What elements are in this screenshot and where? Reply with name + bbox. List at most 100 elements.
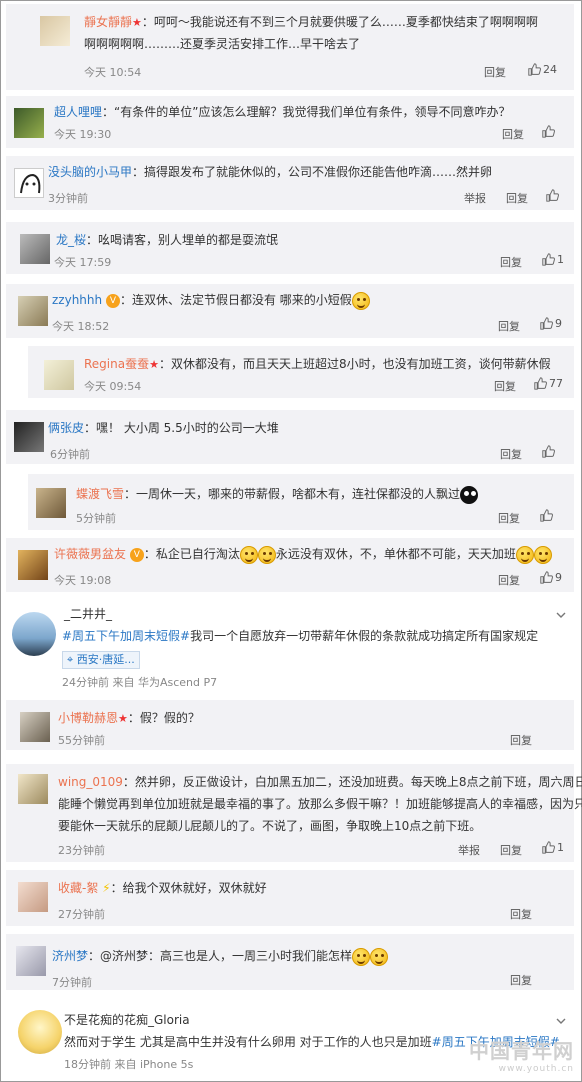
vip-star-icon: ★ xyxy=(118,712,128,725)
reply-button[interactable]: 回复 xyxy=(510,972,532,988)
grin-emoji-icon xyxy=(370,947,389,966)
avatar[interactable] xyxy=(18,774,48,804)
username[interactable]: 没头脑的小马甲 xyxy=(48,165,132,179)
avatar[interactable] xyxy=(40,16,70,46)
like-button[interactable] xyxy=(540,509,555,522)
comment-item: 靜女靜靜★：呵呵～我能说还有不到三个月就要供暖了么……夏季都快结束了啊啊啊啊 啊… xyxy=(6,4,574,90)
post-text: 然而对于学生 尤其是高中生并没有什么卵用 对于工作的人也只是加班 xyxy=(64,1035,432,1049)
comment-text: ：私企已自行淘汰 xyxy=(143,547,240,561)
post-meta: 18分钟前 来自 iPhone 5s xyxy=(64,1058,194,1071)
weibo-post: _二井井_ #周五下午加周末短假#我司一个自愿放弃一切带薪年休假的条款就成功搞定… xyxy=(6,600,574,692)
like-button[interactable]: 9 xyxy=(540,571,562,584)
comment-text: ：@济州梦：高三也是人，一周三小时我们能怎样 xyxy=(88,949,353,963)
reply-button[interactable]: 回复 xyxy=(500,446,522,462)
like-button[interactable]: 77 xyxy=(534,377,563,390)
comment-item: 收藏-絮 ⚡：给我个双休就好，双休就好 27分钟前 回复 xyxy=(6,870,574,926)
username[interactable]: Regina蚕蚕 xyxy=(84,357,149,371)
username[interactable]: 济州梦 xyxy=(52,949,88,963)
like-button[interactable]: 1 xyxy=(542,841,564,854)
reply-button[interactable]: 回复 xyxy=(498,318,520,334)
like-count: 1 xyxy=(557,841,564,854)
comment-item: Regina蚕蚕★：双休都没有，而且天天上班超过8小时，也没有加班工资，谈何带薪… xyxy=(28,346,574,398)
like-button[interactable]: 1 xyxy=(542,253,564,266)
thumbs-up-icon xyxy=(540,317,553,330)
username[interactable]: 俩张皮 xyxy=(48,421,84,435)
thumbs-up-icon xyxy=(542,125,555,138)
comment-time: 3分钟前 xyxy=(48,192,88,205)
comment-text: ：嘿！ 大小周 5.5小时的公司一大堆 xyxy=(84,421,279,435)
comment-text: ：给我个双休就好，双休就好 xyxy=(110,881,267,895)
comment-time: 5分钟前 xyxy=(76,512,116,525)
avatar[interactable] xyxy=(12,612,56,656)
avatar[interactable] xyxy=(18,882,48,912)
comment-time: 7分钟前 xyxy=(52,976,92,989)
username[interactable]: 收藏-絮 xyxy=(58,881,98,895)
avatar[interactable] xyxy=(20,234,50,264)
reply-button[interactable]: 回复 xyxy=(500,842,522,858)
thumbs-up-icon xyxy=(528,63,541,76)
like-button[interactable]: 9 xyxy=(540,317,562,330)
reply-button[interactable]: 回复 xyxy=(502,126,524,142)
username[interactable]: 许薇薇男盆友 xyxy=(54,547,126,561)
reply-button[interactable]: 回复 xyxy=(510,906,532,922)
comment-text: ：双休都没有，而且天天上班超过8小时，也没有加班工资，谈何带薪休假 xyxy=(158,357,551,371)
location-tag[interactable]: ⌖ 西安·唐延... xyxy=(62,651,140,669)
avatar[interactable] xyxy=(44,360,74,390)
avatar[interactable] xyxy=(14,108,44,138)
grin-emoji-icon xyxy=(515,545,534,564)
username[interactable]: 蝶渡飞雪 xyxy=(76,487,124,501)
comment-text: ：搞得跟发布了就能休似的，公司不准假你还能告他咋滴……然并卵 xyxy=(132,165,493,179)
comment-item: 许薇薇男盆友 V ：私企已自行淘汰 永远没有双休，不，单休都不可能，天天加班 今天 … xyxy=(6,538,574,592)
post-username[interactable]: 不是花痴的花痴_Gloria xyxy=(64,1010,190,1031)
comment-text: ：“有条件的单位”应该怎么理解？我觉得我们单位有条件，领导不同意咋办？ xyxy=(102,105,511,119)
like-button[interactable] xyxy=(542,445,557,458)
like-button[interactable]: 24 xyxy=(528,63,557,76)
username[interactable]: 小博勒赫恩 xyxy=(58,711,118,725)
avatar[interactable] xyxy=(14,168,44,198)
reply-button[interactable]: 回复 xyxy=(510,732,532,748)
comment-text: ：吆喝请客，别人埋单的都是耍流氓 xyxy=(86,233,279,247)
comment-text: 啊啊啊啊啊………还夏季灵活安排工作…早干啥去了 xyxy=(84,37,361,51)
grin-emoji-icon xyxy=(352,947,371,966)
hashtag-link[interactable]: #周五下午加周末短假# xyxy=(62,629,190,643)
report-button[interactable]: 举报 xyxy=(458,842,480,858)
avatar[interactable] xyxy=(36,488,66,518)
avatar[interactable] xyxy=(18,550,48,580)
comment-time: 今天 09:54 xyxy=(84,380,142,393)
reply-button[interactable]: 回复 xyxy=(484,64,506,80)
like-count: 9 xyxy=(555,571,562,584)
avatar[interactable] xyxy=(18,296,48,326)
username[interactable]: zzyhhhh xyxy=(52,293,102,307)
avatar[interactable] xyxy=(14,422,44,452)
comment-time: 55分钟前 xyxy=(58,734,105,747)
username[interactable]: wing_0109 xyxy=(58,775,123,789)
reply-button[interactable]: 回复 xyxy=(498,572,520,588)
post-meta: 24分钟前 来自 华为Ascend P7 xyxy=(62,676,218,689)
username[interactable]: 靜女靜靜 xyxy=(84,15,132,29)
post-text: 我司一个自愿放弃一切带薪年休假的条款就成功搞定所有国家规定 xyxy=(190,629,539,643)
thumbs-up-icon xyxy=(540,509,553,522)
thumbs-up-icon xyxy=(546,189,559,202)
avatar[interactable] xyxy=(20,712,50,742)
chevron-down-icon[interactable] xyxy=(556,1016,566,1026)
like-button[interactable] xyxy=(542,125,557,138)
like-button[interactable] xyxy=(546,189,561,202)
like-count: 9 xyxy=(555,317,562,330)
username[interactable]: 超人哩哩 xyxy=(54,105,102,119)
avatar[interactable] xyxy=(18,1010,62,1054)
map-pin-icon: ⌖ xyxy=(67,653,77,666)
comment-item: 蝶渡飞雪：一周休一天，哪来的带薪假，啥都木有，连社保都没的人飘过 5分钟前 回复 xyxy=(28,474,574,530)
thumbs-up-icon xyxy=(542,445,555,458)
comment-item: 没头脑的小马甲：搞得跟发布了就能休似的，公司不准假你还能告他咋滴……然并卵 3分… xyxy=(6,156,574,210)
avatar[interactable] xyxy=(16,946,46,976)
comment-item: 俩张皮：嘿！ 大小周 5.5小时的公司一大堆 6分钟前 回复 xyxy=(6,410,574,464)
chevron-down-icon[interactable] xyxy=(556,610,566,620)
reply-button[interactable]: 回复 xyxy=(506,190,528,206)
post-username[interactable]: _二井井_ xyxy=(64,604,112,625)
reply-button[interactable]: 回复 xyxy=(500,254,522,270)
username[interactable]: 龙_桜 xyxy=(56,233,86,247)
report-button[interactable]: 举报 xyxy=(464,190,486,206)
reply-button[interactable]: 回复 xyxy=(494,378,516,394)
comment-item: 超人哩哩：“有条件的单位”应该怎么理解？我觉得我们单位有条件，领导不同意咋办？ … xyxy=(6,96,574,148)
reply-button[interactable]: 回复 xyxy=(498,510,520,526)
